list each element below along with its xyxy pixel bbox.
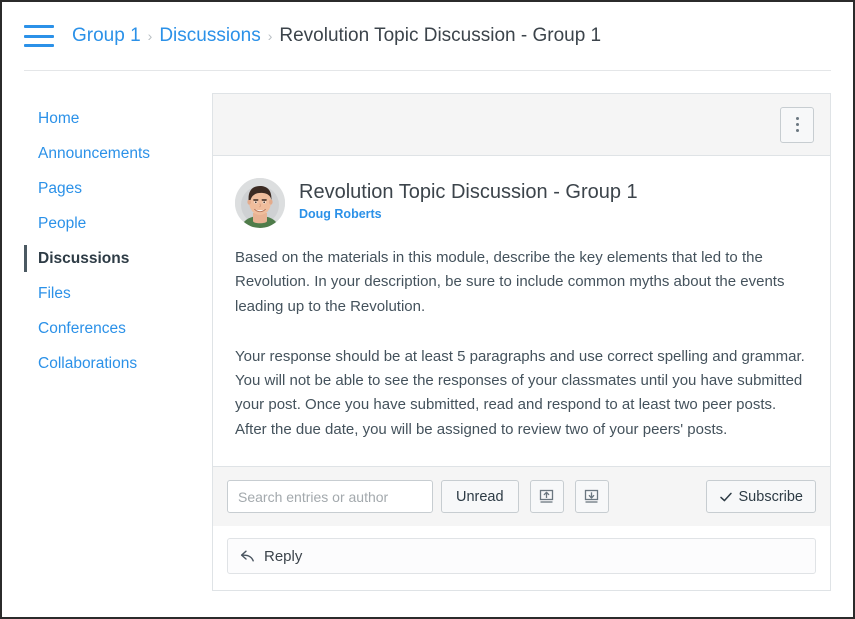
topic-header: Revolution Topic Discussion - Group 1 Do… bbox=[235, 178, 808, 228]
topic-message: Based on the materials in this module, d… bbox=[235, 246, 808, 466]
kebab-menu-icon[interactable] bbox=[780, 106, 814, 143]
search-input[interactable] bbox=[227, 480, 433, 514]
topic-paragraph: Your response should be at least 5 parag… bbox=[235, 347, 805, 438]
sidebar-item-label: Announcements bbox=[38, 144, 151, 162]
breadcrumb-separator-icon: › bbox=[147, 28, 153, 44]
reply-button[interactable]: Reply bbox=[227, 538, 816, 575]
sidebar-item-label: Discussions bbox=[38, 249, 130, 267]
sidebar-item-label: Files bbox=[38, 284, 71, 302]
sidebar-item-discussions[interactable]: Discussions bbox=[24, 241, 194, 276]
expand-all-icon[interactable] bbox=[574, 480, 609, 514]
breadcrumb-separator-icon: › bbox=[267, 28, 273, 44]
sidebar-item-conferences[interactable]: Conferences bbox=[24, 311, 194, 346]
check-icon bbox=[719, 490, 733, 504]
reply-label: Reply bbox=[264, 547, 303, 565]
discussion-card-toolbar bbox=[213, 94, 830, 156]
top-bar: Group 1 › Discussions › Revolution Topic… bbox=[2, 2, 853, 70]
sidebar-item-label: Home bbox=[38, 109, 80, 127]
subscribe-button[interactable]: Subscribe bbox=[705, 480, 816, 514]
entries-toolbar: Unread bbox=[213, 466, 830, 527]
subscribe-label: Subscribe bbox=[738, 488, 803, 505]
breadcrumb-item-current: Revolution Topic Discussion - Group 1 bbox=[279, 25, 602, 46]
sidebar-item-label: Pages bbox=[38, 179, 82, 197]
page-title: Revolution Topic Discussion - Group 1 bbox=[299, 181, 638, 203]
unread-filter-button[interactable]: Unread bbox=[441, 480, 519, 514]
sidebar-item-collaborations[interactable]: Collaborations bbox=[24, 346, 194, 381]
avatar bbox=[235, 178, 285, 228]
sidebar-item-pages[interactable]: Pages bbox=[24, 171, 194, 206]
sidebar-item-label: People bbox=[38, 214, 87, 232]
sidebar-item-home[interactable]: Home bbox=[24, 101, 194, 136]
topic-author-link[interactable]: Doug Roberts bbox=[299, 207, 638, 221]
sidebar-item-announcements[interactable]: Announcements bbox=[24, 136, 194, 171]
course-navigation: Home Announcements Pages People Discussi… bbox=[24, 93, 194, 591]
breadcrumb-item-discussions[interactable]: Discussions bbox=[159, 25, 260, 47]
hamburger-icon[interactable] bbox=[24, 25, 54, 47]
sidebar-item-people[interactable]: People bbox=[24, 206, 194, 241]
reply-arrow-icon bbox=[240, 549, 256, 563]
topic-title-block: Revolution Topic Discussion - Group 1 Do… bbox=[299, 178, 638, 221]
sidebar-item-label: Conferences bbox=[38, 319, 126, 337]
breadcrumb: Group 1 › Discussions › Revolution Topic… bbox=[72, 25, 601, 47]
sidebar-item-files[interactable]: Files bbox=[24, 276, 194, 311]
reply-row: Reply bbox=[213, 526, 830, 591]
collapse-all-icon[interactable] bbox=[529, 480, 564, 514]
discussion-page: Group 1 › Discussions › Revolution Topic… bbox=[0, 0, 855, 619]
discussion-card: Revolution Topic Discussion - Group 1 Do… bbox=[212, 93, 831, 592]
topic-paragraph: Based on the materials in this module, d… bbox=[235, 249, 785, 315]
sidebar-item-label: Collaborations bbox=[38, 354, 138, 372]
breadcrumb-item-group-1[interactable]: Group 1 bbox=[72, 25, 141, 47]
page-body: Home Announcements Pages People Discussi… bbox=[2, 71, 853, 592]
discussion-topic: Revolution Topic Discussion - Group 1 Do… bbox=[213, 156, 830, 466]
